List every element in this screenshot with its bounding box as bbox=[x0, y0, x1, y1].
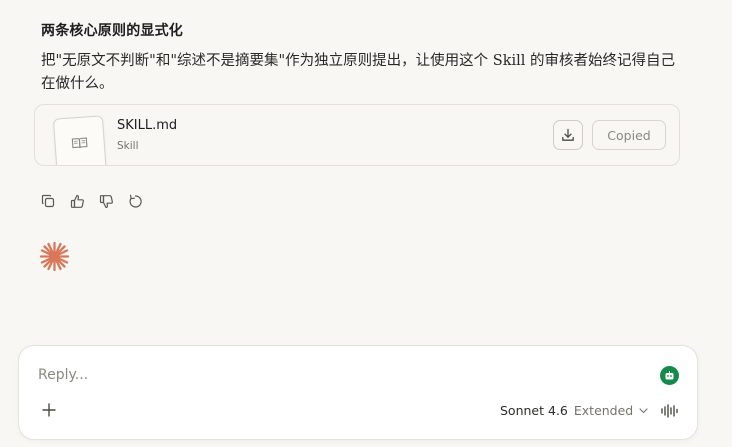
thumbs-up-icon[interactable] bbox=[69, 193, 85, 209]
file-name: SKILL.md bbox=[117, 118, 178, 133]
reply-input[interactable] bbox=[38, 364, 598, 386]
plus-icon bbox=[42, 403, 56, 417]
claude-spark-icon bbox=[39, 241, 70, 272]
model-name: Sonnet 4.6 bbox=[500, 403, 568, 418]
download-button[interactable] bbox=[553, 120, 583, 150]
file-type-label: Skill bbox=[117, 140, 139, 152]
download-icon bbox=[562, 128, 574, 141]
message-actions bbox=[40, 193, 143, 209]
message-paragraph: 把"无原文不判断"和"综述不是摘要集"作为独立原则提出，让使用这个 Skill … bbox=[41, 53, 676, 92]
voice-input-button[interactable] bbox=[660, 402, 680, 420]
voice-waveform-icon bbox=[661, 404, 678, 418]
book-icon bbox=[71, 137, 88, 149]
file-attachment-card[interactable]: SKILL.md Skill Copied bbox=[34, 104, 680, 166]
chevron-down-icon bbox=[639, 407, 648, 413]
retry-icon[interactable] bbox=[127, 193, 143, 209]
reply-composer: Sonnet 4.6 Extended bbox=[18, 345, 698, 440]
thumbs-down-icon[interactable] bbox=[98, 193, 114, 209]
add-attachment-button[interactable] bbox=[40, 401, 58, 419]
model-mode: Extended bbox=[573, 403, 634, 418]
model-selector[interactable]: Sonnet 4.6 Extended bbox=[500, 403, 648, 418]
copied-button[interactable]: Copied bbox=[592, 120, 666, 150]
message-heading: 两条核心原则的显式化 bbox=[41, 23, 183, 39]
copy-icon[interactable] bbox=[40, 193, 56, 209]
file-thumbnail bbox=[52, 115, 108, 165]
robot-icon[interactable] bbox=[660, 366, 679, 385]
